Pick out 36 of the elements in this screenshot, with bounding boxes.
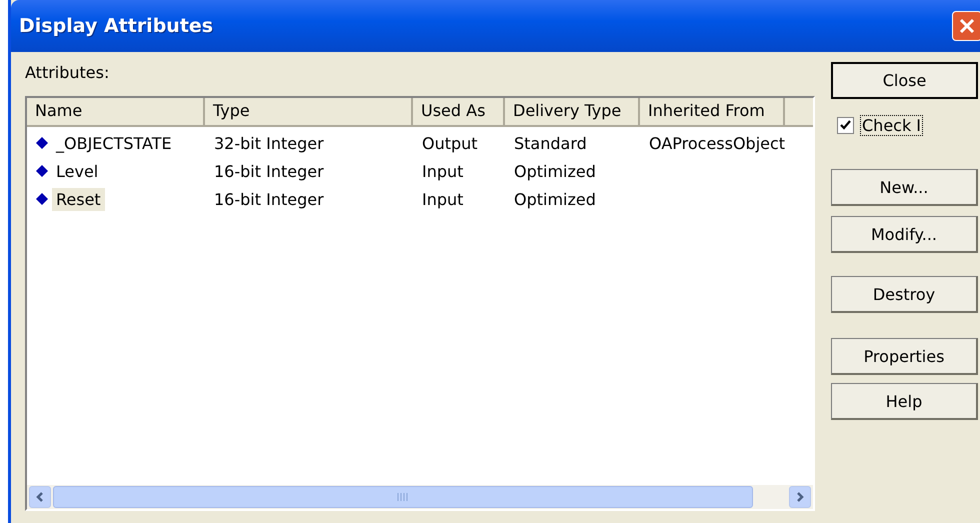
attribute-name[interactable]: Reset	[52, 188, 105, 210]
column-header[interactable]: Type	[205, 98, 413, 127]
column-header[interactable]: Name	[27, 98, 205, 127]
table-cell: 32-bit Integer	[214, 134, 324, 152]
attribute-name[interactable]: Level	[52, 160, 102, 182]
close-icon[interactable]	[952, 11, 980, 41]
scroll-left-icon[interactable]	[29, 486, 51, 508]
attribute-name[interactable]: _OBJECTSTATE	[52, 132, 176, 154]
column-header[interactable]: Inherited From	[640, 98, 785, 127]
table-cell: Optimized	[514, 190, 596, 208]
horizontal-scrollbar[interactable]	[27, 485, 813, 509]
dialog-button[interactable]: Close	[831, 62, 978, 99]
table-cell: Output	[422, 134, 478, 152]
dialog-button[interactable]: New...	[831, 169, 978, 206]
scrollbar-thumb[interactable]	[53, 486, 753, 508]
column-header[interactable]: Delivery Type	[505, 98, 640, 127]
checkbox[interactable]	[837, 116, 854, 134]
diamond-icon	[36, 193, 48, 205]
table-cell: 16-bit Integer	[214, 190, 324, 208]
table-cell: OAProcessObject	[649, 134, 786, 152]
table-cell: Standard	[514, 134, 587, 152]
diamond-icon	[36, 137, 48, 149]
attributes-label: Attributes:	[25, 62, 110, 84]
table-cell: 16-bit Integer	[214, 162, 324, 180]
dialog-button[interactable]: Modify...	[831, 216, 978, 253]
table-cell: Optimized	[514, 162, 596, 180]
table-cell: Input	[422, 190, 464, 208]
checkbox-label[interactable]: Check I	[860, 114, 924, 136]
table-cell: Input	[422, 162, 464, 180]
dialog-button[interactable]: Help	[831, 383, 978, 420]
dialog-button[interactable]: Properties	[831, 338, 978, 375]
column-header[interactable]: Used As	[413, 98, 505, 127]
diamond-icon	[36, 165, 48, 177]
window-title: Display Attributes	[19, 15, 214, 37]
dialog-button[interactable]: Destroy	[831, 276, 978, 313]
scroll-right-icon[interactable]	[789, 486, 811, 508]
